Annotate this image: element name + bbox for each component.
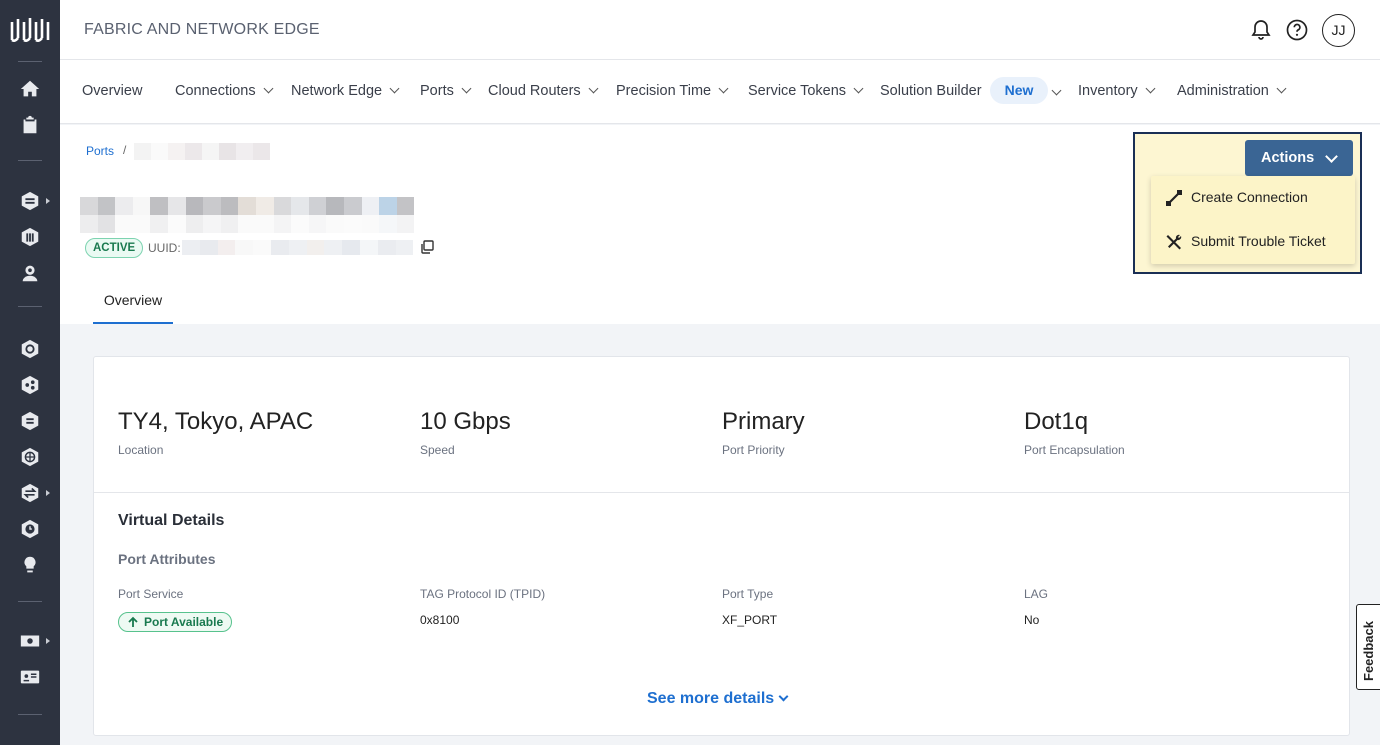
redacted-breadcrumb (134, 143, 270, 160)
rail-divider (18, 160, 42, 161)
menu-item-create-connection[interactable]: Create Connection (1151, 176, 1355, 220)
location-label: Location (118, 443, 164, 457)
breadcrumb-ports[interactable]: Ports (86, 144, 114, 158)
tpid-value: 0x8100 (420, 613, 460, 627)
port-type-value: XF_PORT (722, 613, 778, 627)
lag-label: LAG (1024, 587, 1049, 601)
actions-menu: Create Connection Submit Trouble Ticket (1151, 176, 1355, 264)
chevron-down-icon (853, 83, 864, 94)
expand-caret-icon[interactable] (46, 490, 50, 496)
chevron-down-icon (778, 691, 789, 702)
nav-overview[interactable]: Overview (82, 83, 142, 99)
main-nav: Overview Connections Network Edge Ports … (60, 60, 1380, 124)
actions-dropdown: Actions Create Connection Submit Trouble… (1133, 132, 1362, 274)
speed-value: 10 Gbps (420, 408, 511, 435)
clipboard-icon[interactable] (19, 114, 41, 136)
port-attributes-title: Port Attributes (118, 551, 216, 567)
top-header: FABRIC AND NETWORK EDGE JJ (60, 0, 1380, 60)
nav-ports[interactable]: Ports (420, 83, 472, 99)
nav-network-edge[interactable]: Network Edge (291, 83, 400, 99)
network-edge-icon[interactable] (19, 226, 41, 248)
feedback-label: Feedback (1361, 621, 1376, 681)
copy-icon[interactable] (420, 240, 434, 254)
nav-cloud-routers[interactable]: Cloud Routers (488, 83, 599, 99)
billing-icon[interactable] (19, 630, 41, 652)
card-divider (94, 492, 1349, 493)
speed-label: Speed (420, 443, 455, 457)
port-encapsulation-label: Port Encapsulation (1024, 443, 1125, 457)
contact-card-icon[interactable] (19, 666, 41, 688)
chevron-down-icon (588, 83, 599, 94)
lightbulb-icon[interactable] (19, 554, 41, 576)
feedback-tab[interactable]: Feedback (1356, 604, 1380, 690)
redacted-uuid (182, 240, 414, 255)
arrow-up-icon (128, 616, 138, 627)
location-value: TY4, Tokyo, APAC (118, 408, 314, 435)
see-more-details-link[interactable]: See more details (647, 690, 789, 708)
virtual-details-title: Virtual Details (118, 512, 225, 529)
breadcrumb-separator: / (123, 143, 127, 157)
port-priority-label: Port Priority (722, 443, 785, 457)
chevron-down-icon (1145, 83, 1156, 94)
connection-icon (1165, 189, 1183, 207)
rail-divider (18, 61, 42, 62)
port-priority-value: Primary (722, 408, 805, 435)
chevron-down-icon (263, 83, 274, 94)
app-title: FABRIC AND NETWORK EDGE (84, 21, 320, 38)
menu-item-submit-trouble-ticket[interactable]: Submit Trouble Ticket (1151, 220, 1355, 264)
rail-divider (18, 601, 42, 602)
actions-button[interactable]: Actions (1245, 140, 1353, 176)
lag-value: No (1024, 613, 1040, 627)
new-badge: New (990, 77, 1048, 104)
nav-precision-time[interactable]: Precision Time (616, 83, 729, 99)
nav-service-tokens[interactable]: Service Tokens (748, 83, 864, 99)
exchange-icon[interactable] (19, 482, 41, 504)
nav-solution-builder[interactable]: Solution Builder (880, 83, 982, 99)
expand-caret-icon[interactable] (46, 638, 50, 644)
port-encapsulation-value: Dot1q (1024, 408, 1089, 435)
redacted-port-name (80, 197, 416, 233)
cloud-router-icon[interactable] (19, 338, 41, 360)
chevron-down-icon (1276, 83, 1287, 94)
left-rail (0, 0, 60, 745)
chevron-down-icon (718, 83, 729, 94)
home-icon[interactable] (19, 78, 41, 100)
port-available-badge: Port Available (118, 612, 233, 632)
equinix-logo-icon[interactable] (10, 16, 50, 42)
clock-icon[interactable] (19, 518, 41, 540)
overview-card: TY4, Tokyo, APAC Location 10 Gbps Speed … (93, 356, 1350, 736)
rail-divider (18, 306, 42, 307)
nav-administration[interactable]: Administration (1177, 83, 1287, 99)
user-avatar[interactable]: JJ (1322, 14, 1355, 47)
uuid-label: UUID: (148, 241, 181, 255)
chevron-down-icon[interactable] (1051, 85, 1062, 96)
rail-divider (18, 714, 42, 715)
nav-connections[interactable]: Connections (175, 83, 274, 99)
help-icon[interactable] (1285, 18, 1309, 42)
chevron-down-icon (461, 83, 472, 94)
port-service-label: Port Service (118, 587, 184, 601)
port-type-label: Port Type (722, 587, 774, 601)
share-icon[interactable] (19, 374, 41, 396)
bell-icon[interactable] (1249, 18, 1273, 42)
ports-icon[interactable] (19, 410, 41, 432)
tab-overview[interactable]: Overview (93, 283, 173, 324)
tpid-label: TAG Protocol ID (TPID) (420, 587, 546, 601)
globe-icon[interactable] (19, 446, 41, 468)
nav-inventory[interactable]: Inventory (1078, 83, 1156, 99)
fabric-icon[interactable] (19, 190, 41, 212)
tools-icon (1165, 233, 1183, 251)
support-icon[interactable] (19, 262, 41, 284)
chevron-down-icon (1325, 150, 1338, 163)
chevron-down-icon (389, 83, 400, 94)
status-badge: ACTIVE (85, 238, 144, 258)
expand-caret-icon[interactable] (46, 198, 50, 204)
